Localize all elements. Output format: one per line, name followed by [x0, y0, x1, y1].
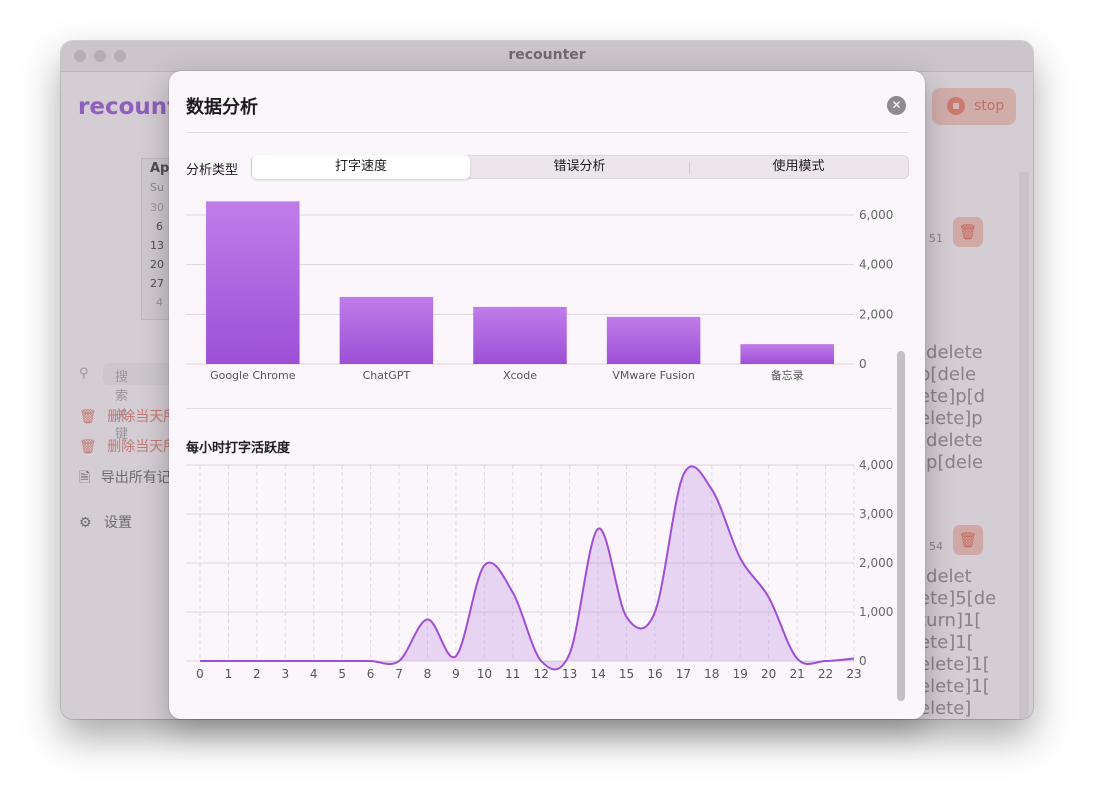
x-tick-label: 8 [424, 667, 432, 681]
x-tick-label: 9 [452, 667, 460, 681]
x-tick-label: 6 [367, 667, 375, 681]
bar [339, 296, 434, 364]
tab-typing-speed[interactable]: 打字速度 [252, 155, 470, 179]
x-tick-label: 20 [761, 667, 776, 681]
x-tick-label: 13 [562, 667, 577, 681]
bar [473, 306, 567, 364]
y-tick-label: 2,000 [859, 556, 893, 570]
y-tick-label: 6,000 [859, 208, 893, 222]
bar [740, 344, 834, 364]
x-tick-label: 7 [395, 667, 403, 681]
divider [186, 408, 892, 409]
y-tick-label: 2,000 [859, 307, 893, 321]
segment-label: 分析类型 [186, 163, 239, 178]
x-tick-label: 1 [225, 667, 233, 681]
x-tick-label: 11 [505, 667, 520, 681]
x-tick-label: Xcode [503, 369, 537, 382]
close-dialog-button[interactable]: ✕ [887, 96, 906, 115]
y-tick-label: 4,000 [859, 258, 893, 272]
tab-error-analysis[interactable]: 错误分析 [470, 156, 689, 178]
dialog-scrollbar[interactable] [897, 201, 905, 701]
x-tick-label: 0 [196, 667, 204, 681]
x-tick-label: VMware Fusion [612, 369, 695, 382]
bar [606, 316, 701, 364]
x-tick-label: 5 [338, 667, 346, 681]
area-fill [200, 466, 854, 670]
scroll-thumb[interactable] [897, 351, 905, 701]
close-icon: ✕ [891, 98, 902, 112]
x-tick-label: 4 [310, 667, 318, 681]
x-tick-label: 12 [534, 667, 549, 681]
dialog-title: 数据分析 [186, 97, 258, 118]
x-tick-label: 3 [281, 667, 289, 681]
bar [206, 201, 300, 364]
hourly-area-chart: 01,0002,0003,0004,0000 1 2 3 4 5 6 7 8 9 10 11 12 13 1… [186, 458, 893, 681]
x-tick-label: 19 [733, 667, 748, 681]
x-tick-label: 2 [253, 667, 261, 681]
x-tick-label: Google Chrome [210, 369, 296, 382]
x-tick-label: 10 [477, 667, 492, 681]
y-tick-label: 3,000 [859, 507, 893, 521]
analysis-dialog: 数据分析 ✕ 分析类型 打字速度 错误分析 使用模式 0 2,000 4,000 6,… [169, 71, 925, 719]
y-tick-label: 4,000 [859, 458, 893, 472]
x-tick-label: 21 [789, 667, 804, 681]
y-tick-label: 1,000 [859, 605, 893, 619]
x-tick-label: 15 [619, 667, 634, 681]
x-tick-label: 22 [818, 667, 833, 681]
x-tick-label: 18 [704, 667, 719, 681]
x-tick-label: 14 [590, 667, 605, 681]
y-tick-label: 0 [859, 654, 867, 668]
app-bar-chart: 0 2,000 4,000 6,000 Google Chrome ChatGPT Xcod… [186, 201, 893, 382]
x-tick-label: 23 [846, 667, 861, 681]
x-tick-label: ChatGPT [363, 369, 411, 382]
y-tick-label: 0 [859, 357, 867, 371]
tab-usage-pattern[interactable]: 使用模式 [689, 156, 908, 178]
x-tick-label: 17 [676, 667, 691, 681]
x-tick-label: 16 [647, 667, 662, 681]
analysis-type-segmented-control[interactable]: 打字速度 错误分析 使用模式 [251, 155, 909, 179]
x-tick-label: 备忘录 [771, 368, 804, 382]
divider [186, 132, 908, 133]
